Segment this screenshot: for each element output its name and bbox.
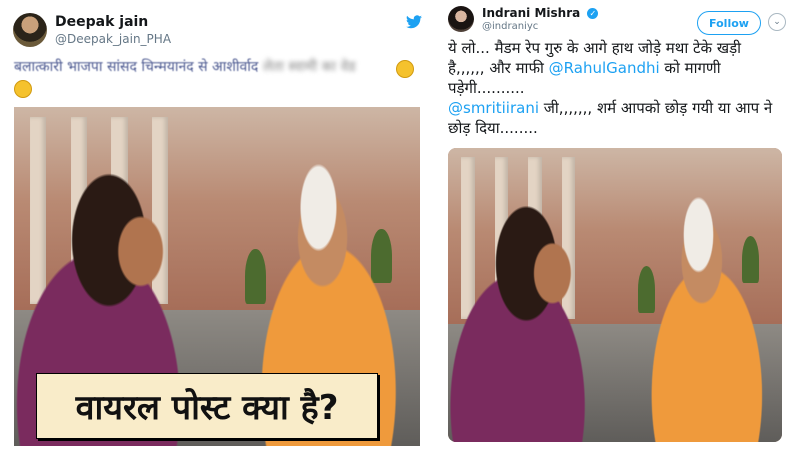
left-user-avatar[interactable]	[13, 13, 47, 47]
emoji-icon	[396, 60, 414, 78]
right-user-name[interactable]: Indrani Mishra	[482, 6, 580, 20]
left-user-handle[interactable]: @Deepak_jain_PHA	[55, 32, 171, 46]
mention-smritiirani[interactable]: @smritiirani	[448, 99, 539, 117]
verified-badge-icon: ✓	[587, 8, 599, 19]
right-tweet-photo[interactable]	[448, 148, 782, 442]
chevron-down-icon[interactable]: ⌄	[768, 13, 786, 31]
left-user-name[interactable]: Deepak jain	[55, 14, 148, 30]
left-tweet-text: बलात्कारी भाजपा सांसद चिन्मयानंद से आशीर…	[14, 58, 414, 76]
sunglasses-emoji-icon	[14, 80, 32, 98]
man-figure	[615, 183, 782, 442]
follow-button[interactable]: Follow	[697, 11, 761, 35]
overlay-caption: वायरल पोस्ट क्या है?	[36, 373, 378, 439]
left-tweet-text-visible: बलात्कारी भाजपा सांसद चिन्मयानंद से आशीर…	[14, 59, 259, 75]
woman-figure	[448, 200, 622, 442]
right-tweet-text: ये लो... मैडम रेप गुरु के आगे हाथ जोड़े …	[448, 38, 778, 138]
right-user-name-wrap[interactable]: Indrani Mishra ✓	[482, 6, 599, 20]
twitter-bird-icon[interactable]	[406, 15, 422, 29]
left-tweet-text-blurred: लेता स्वामी का वेड	[262, 59, 356, 75]
mention-rahulgandhi[interactable]: @RahulGandhi	[549, 59, 660, 77]
right-user-handle[interactable]: @indraniyc	[482, 21, 538, 32]
right-user-avatar[interactable]	[448, 6, 474, 32]
divider	[432, 0, 440, 451]
